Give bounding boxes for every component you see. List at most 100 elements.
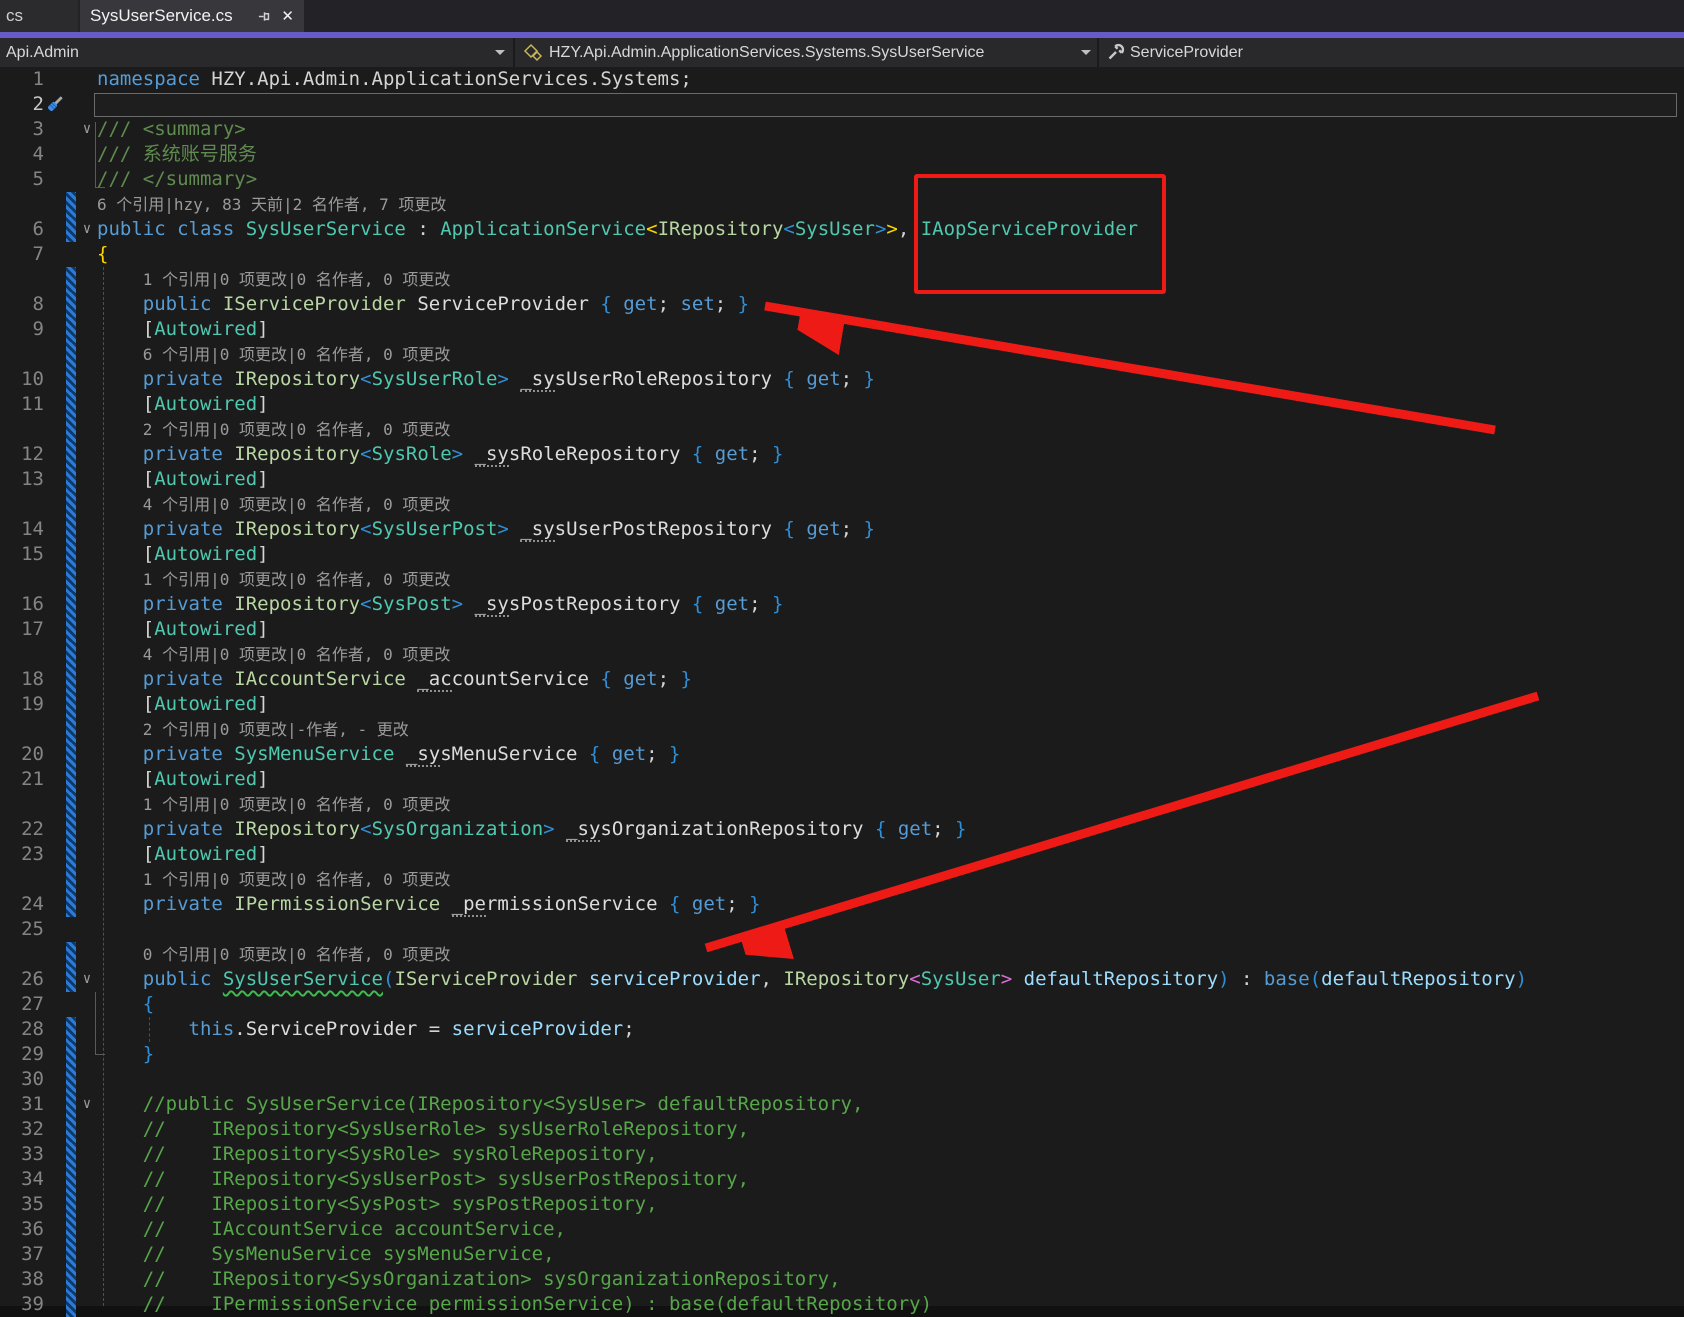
line-number[interactable]: 10 xyxy=(0,367,44,392)
codelens-line[interactable]: 1 个引用|0 项更改|0 名作者, 0 项更改 xyxy=(0,567,1684,592)
code-text[interactable]: private IPermissionService _permissionSe… xyxy=(97,892,761,917)
code-line[interactable]: 23 [Autowired] xyxy=(0,842,1684,867)
codelens-references[interactable]: 4 个引用|0 项更改|0 名作者, 0 项更改 xyxy=(97,492,451,517)
code-text[interactable]: // SysMenuService sysMenuService, xyxy=(97,1242,555,1267)
codelens-line[interactable]: 2 个引用|0 项更改|-作者, - 更改 xyxy=(0,717,1684,742)
line-number[interactable]: 4 xyxy=(0,142,44,167)
line-number[interactable]: 37 xyxy=(0,1242,44,1267)
line-number[interactable]: 19 xyxy=(0,692,44,717)
code-text[interactable]: private IRepository<SysOrganization> _sy… xyxy=(97,817,967,842)
code-line[interactable]: 39 // IPermissionService permissionServi… xyxy=(0,1292,1684,1317)
code-text[interactable]: this.ServiceProvider = serviceProvider; xyxy=(97,1017,635,1042)
close-icon[interactable]: ✕ xyxy=(281,7,294,25)
codelens-line[interactable]: 1 个引用|0 项更改|0 名作者, 0 项更改 xyxy=(0,792,1684,817)
line-number[interactable]: 3 xyxy=(0,117,44,142)
code-editor[interactable]: 1 namespace HZY.Api.Admin.ApplicationServ… xyxy=(0,67,1684,1317)
code-text[interactable]: /// <summary> xyxy=(97,117,246,142)
code-text[interactable]: // IRepository<SysOrganization> sysOrgan… xyxy=(97,1267,841,1292)
code-line[interactable]: 22 private IRepository<SysOrganization> … xyxy=(0,817,1684,842)
code-line[interactable]: 38 // IRepository<SysOrganization> sysOr… xyxy=(0,1267,1684,1292)
code-line[interactable]: 15 [Autowired] xyxy=(0,542,1684,567)
line-number[interactable]: 34 xyxy=(0,1167,44,1192)
code-line[interactable]: 7{ xyxy=(0,242,1684,267)
tab-partial[interactable]: cs xyxy=(0,0,78,32)
line-number[interactable]: 20 xyxy=(0,742,44,767)
tab-active-sysuserservice[interactable]: SysUserService.cs ✕ xyxy=(80,0,304,32)
breadcrumb-path[interactable]: HZY.Api.Admin.ApplicationServices.System… xyxy=(549,38,984,67)
code-line[interactable]: 2 xyxy=(0,92,1684,117)
code-text[interactable]: [Autowired] xyxy=(97,317,269,342)
codelens-references[interactable]: 6 个引用|hzy, 83 天前|2 名作者, 7 项更改 xyxy=(97,192,446,217)
code-line[interactable]: 34 // IRepository<SysUserPost> sysUserPo… xyxy=(0,1167,1684,1192)
code-line[interactable]: 36 // IAccountService accountService, xyxy=(0,1217,1684,1242)
line-number[interactable]: 2 xyxy=(0,92,44,117)
code-text[interactable]: // IPermissionService permissionService)… xyxy=(97,1292,932,1317)
code-line[interactable]: 20 private SysMenuService _sysMenuServic… xyxy=(0,742,1684,767)
code-line[interactable]: 28 this.ServiceProvider = serviceProvide… xyxy=(0,1017,1684,1042)
code-line[interactable]: 32 // IRepository<SysUserRole> sysUserRo… xyxy=(0,1117,1684,1142)
code-text[interactable]: private IRepository<SysUserRole> _sysUse… xyxy=(97,367,875,392)
codelens-references[interactable]: 2 个引用|0 项更改|-作者, - 更改 xyxy=(97,717,409,742)
code-line[interactable]: 14 private IRepository<SysUserPost> _sys… xyxy=(0,517,1684,542)
codelens-references[interactable]: 0 个引用|0 项更改|0 名作者, 0 项更改 xyxy=(97,942,451,967)
code-text[interactable]: /// </summary> xyxy=(97,167,257,192)
codelens-references[interactable]: 2 个引用|0 项更改|0 名作者, 0 项更改 xyxy=(97,417,451,442)
line-number[interactable]: 7 xyxy=(0,242,44,267)
line-number[interactable]: 8 xyxy=(0,292,44,317)
code-line[interactable]: 13 [Autowired] xyxy=(0,467,1684,492)
fold-chevron-icon[interactable]: ∨ xyxy=(78,217,96,242)
code-line[interactable]: 29 } xyxy=(0,1042,1684,1067)
code-text[interactable]: [Autowired] xyxy=(97,392,269,417)
codelens-line[interactable]: 6 个引用|hzy, 83 天前|2 名作者, 7 项更改 xyxy=(0,192,1684,217)
line-number[interactable]: 14 xyxy=(0,517,44,542)
code-text[interactable]: // IAccountService accountService, xyxy=(97,1217,566,1242)
code-text[interactable]: [Autowired] xyxy=(97,842,269,867)
codelens-line[interactable]: 0 个引用|0 项更改|0 名作者, 0 项更改 xyxy=(0,942,1684,967)
line-number[interactable]: 30 xyxy=(0,1067,44,1092)
code-text[interactable]: public IServiceProvider ServiceProvider … xyxy=(97,292,749,317)
line-number[interactable]: 18 xyxy=(0,667,44,692)
code-text[interactable]: [Autowired] xyxy=(97,617,269,642)
code-line[interactable]: 30 xyxy=(0,1067,1684,1092)
fold-chevron-icon[interactable]: ∨ xyxy=(78,117,96,142)
line-number[interactable]: 13 xyxy=(0,467,44,492)
code-text[interactable]: { xyxy=(97,242,108,267)
codelens-line[interactable]: 1 个引用|0 项更改|0 名作者, 0 项更改 xyxy=(0,867,1684,892)
code-text[interactable]: /// 系统账号服务 xyxy=(97,142,257,167)
line-number[interactable]: 15 xyxy=(0,542,44,567)
codelens-references[interactable]: 6 个引用|0 项更改|0 名作者, 0 项更改 xyxy=(97,342,451,367)
line-number[interactable]: 22 xyxy=(0,817,44,842)
code-line[interactable]: 3 ∨/// <summary> xyxy=(0,117,1684,142)
code-text[interactable]: //public SysUserService(IRepository<SysU… xyxy=(97,1092,864,1117)
line-number[interactable]: 36 xyxy=(0,1217,44,1242)
codelens-references[interactable]: 1 个引用|0 项更改|0 名作者, 0 项更改 xyxy=(97,867,451,892)
codelens-references[interactable]: 4 个引用|0 项更改|0 名作者, 0 项更改 xyxy=(97,642,451,667)
line-number[interactable]: 11 xyxy=(0,392,44,417)
code-line[interactable]: 11 [Autowired] xyxy=(0,392,1684,417)
line-number[interactable]: 5 xyxy=(0,167,44,192)
line-number[interactable]: 21 xyxy=(0,767,44,792)
code-text[interactable]: { xyxy=(97,992,154,1017)
pin-icon[interactable] xyxy=(257,9,272,24)
code-line[interactable]: 18 private IAccountService _accountServi… xyxy=(0,667,1684,692)
line-number[interactable]: 39 xyxy=(0,1292,44,1317)
code-text[interactable]: public SysUserService(IServiceProvider s… xyxy=(97,967,1527,992)
codelens-references[interactable]: 1 个引用|0 项更改|0 名作者, 0 项更改 xyxy=(97,267,451,292)
code-line[interactable]: 12 private IRepository<SysRole> _sysRole… xyxy=(0,442,1684,467)
line-number[interactable]: 12 xyxy=(0,442,44,467)
code-line[interactable]: 31 ∨ //public SysUserService(IRepository<… xyxy=(0,1092,1684,1117)
line-number[interactable]: 23 xyxy=(0,842,44,867)
fold-chevron-icon[interactable]: ∨ xyxy=(78,967,96,992)
breadcrumb-member[interactable]: ServiceProvider xyxy=(1130,38,1243,67)
code-line[interactable]: 24 private IPermissionService _permissio… xyxy=(0,892,1684,917)
code-line[interactable]: 27 { xyxy=(0,992,1684,1017)
code-text[interactable]: private SysMenuService _sysMenuService {… xyxy=(97,742,680,767)
code-text[interactable]: [Autowired] xyxy=(97,467,269,492)
code-text[interactable]: // IRepository<SysRole> sysRoleRepositor… xyxy=(97,1142,658,1167)
code-line[interactable]: 6 ∨ public class SysUserService : Applicat… xyxy=(0,217,1684,242)
codelens-references[interactable]: 1 个引用|0 项更改|0 名作者, 0 项更改 xyxy=(97,567,451,592)
code-text[interactable]: [Autowired] xyxy=(97,767,269,792)
line-number[interactable]: 33 xyxy=(0,1142,44,1167)
codelens-line[interactable]: 1 个引用|0 项更改|0 名作者, 0 项更改 xyxy=(0,267,1684,292)
code-text[interactable]: namespace HZY.Api.Admin.ApplicationServi… xyxy=(97,67,692,92)
